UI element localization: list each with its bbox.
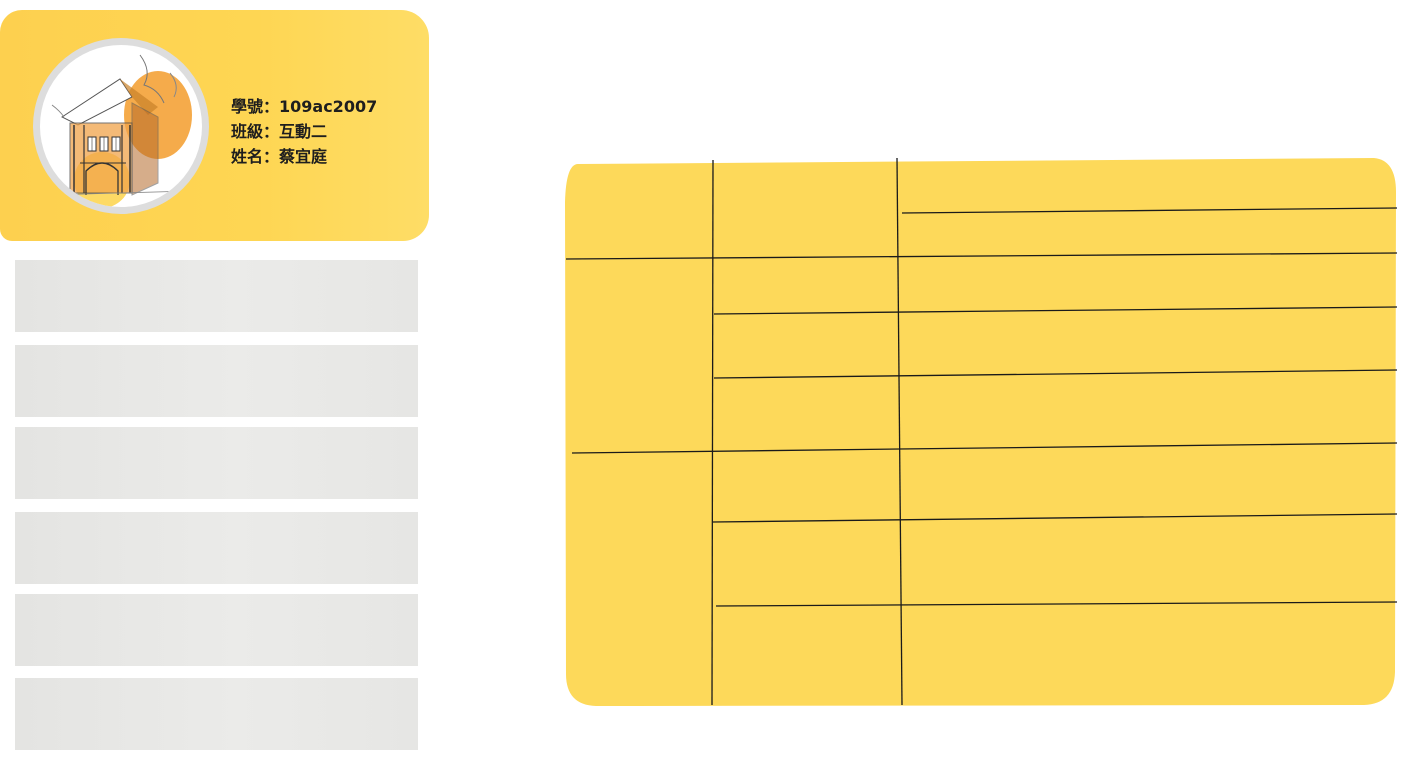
menu-item-3[interactable] (15, 427, 418, 499)
student-name-text: 姓名：蔡宜庭 (231, 147, 328, 166)
avatar-frame (33, 38, 209, 214)
student-id-text: 學號：109ac2007 (231, 97, 378, 116)
house-illustration-icon (49, 54, 192, 207)
table-board (564, 156, 1397, 706)
menu-item-4[interactable] (15, 512, 418, 584)
profile-card: 學號：109ac2007 班級：互動二 姓名：蔡宜庭 (0, 10, 429, 241)
menu-item-1[interactable] (15, 260, 418, 332)
profile-info: 學號：109ac2007 班級：互動二 姓名：蔡宜庭 (231, 94, 421, 169)
menu-item-6[interactable] (15, 678, 418, 750)
menu-item-5[interactable] (15, 594, 418, 666)
avatar (40, 45, 202, 207)
class-text: 班級：互動二 (231, 122, 328, 141)
board-background (565, 158, 1396, 706)
menu-item-2[interactable] (15, 345, 418, 417)
table-board-canvas (565, 157, 1397, 706)
